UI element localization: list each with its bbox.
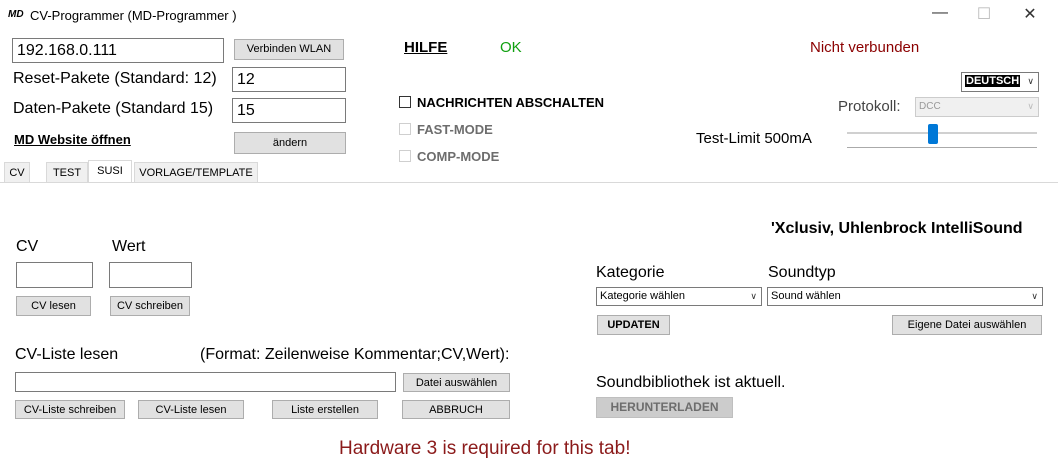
- chevron-down-icon: ∨: [1027, 101, 1034, 111]
- update-button[interactable]: UPDATEN: [597, 315, 670, 335]
- test-limit-track: [847, 132, 1037, 134]
- cv-list-label: CV-Liste lesen: [15, 346, 119, 363]
- maximize-icon[interactable]: ☐: [969, 4, 999, 24]
- app-icon: MD: [8, 9, 24, 20]
- library-status: Soundbibliothek ist aktuell.: [596, 374, 786, 391]
- reset-packets-input[interactable]: 12: [232, 67, 346, 92]
- website-link[interactable]: MD Website öffnen: [14, 132, 131, 147]
- ok-status: OK: [500, 39, 522, 56]
- checkbox-box: [399, 123, 411, 135]
- fast-mode-checkbox[interactable]: FAST-MODE: [399, 122, 493, 137]
- protocol-select[interactable]: DCC ∨: [915, 97, 1039, 117]
- abort-button[interactable]: ABBRUCH: [402, 400, 510, 419]
- read-list-button[interactable]: CV-Liste lesen: [138, 400, 244, 419]
- chevron-down-icon: ∨: [1027, 76, 1034, 86]
- write-cv-button[interactable]: CV schreiben: [110, 296, 190, 316]
- cv-list-format: (Format: Zeilenweise Kommentar;CV,Wert):: [200, 346, 510, 363]
- protocol-value: DCC: [919, 101, 941, 112]
- data-packets-input[interactable]: 15: [232, 98, 346, 123]
- window-title: CV-Programmer (MD-Programmer ): [30, 8, 237, 23]
- test-limit-slider[interactable]: [928, 124, 938, 144]
- write-list-button[interactable]: CV-Liste schreiben: [15, 400, 125, 419]
- reset-packets-label: Reset-Pakete (Standard: 12): [13, 70, 217, 87]
- comp-mode-label: COMP-MODE: [417, 149, 500, 164]
- sound-heading: 'Xclusiv, Uhlenbrock IntelliSound: [771, 220, 1023, 237]
- data-packets-label: Daten-Pakete (Standard 15): [13, 100, 214, 117]
- category-value: Kategorie wählen: [600, 290, 686, 302]
- fast-mode-label: FAST-MODE: [417, 122, 493, 137]
- close-icon[interactable]: ✕: [1015, 4, 1045, 24]
- download-button[interactable]: HERUNTERLADEN: [596, 397, 733, 418]
- connect-wlan-button[interactable]: Verbinden WLAN: [234, 39, 344, 60]
- tab-cv[interactable]: CV: [4, 162, 30, 182]
- cv-value-input[interactable]: [109, 262, 192, 288]
- ip-address-input[interactable]: 192.168.0.111: [12, 38, 224, 63]
- soundtype-value: Sound wählen: [771, 290, 841, 302]
- language-value: DEUTSCH: [965, 75, 1021, 87]
- help-link[interactable]: HILFE: [404, 39, 447, 56]
- messages-off-checkbox[interactable]: NACHRICHTEN ABSCHALTEN: [399, 95, 604, 110]
- change-button[interactable]: ändern: [234, 132, 346, 154]
- messages-off-label: NACHRICHTEN ABSCHALTEN: [417, 95, 605, 110]
- value-label: Wert: [112, 238, 146, 255]
- tab-template[interactable]: VORLAGE/TEMPLATE: [134, 162, 258, 182]
- read-cv-button[interactable]: CV lesen: [16, 296, 91, 316]
- create-list-button[interactable]: Liste erstellen: [272, 400, 378, 419]
- category-label: Kategorie: [596, 264, 665, 281]
- tab-susi[interactable]: SUSI: [88, 160, 132, 182]
- connection-status: Nicht verbunden: [810, 39, 920, 56]
- hardware-notice: Hardware 3 is required for this tab!: [339, 438, 631, 459]
- soundtype-label: Soundtyp: [768, 264, 836, 281]
- choose-file-button[interactable]: Datei auswählen: [403, 373, 510, 392]
- cv-list-path-input[interactable]: [15, 372, 396, 392]
- cv-label: CV: [16, 238, 39, 255]
- soundtype-select[interactable]: Sound wählen ∨: [767, 287, 1043, 306]
- category-select[interactable]: Kategorie wählen ∨: [596, 287, 762, 306]
- comp-mode-checkbox[interactable]: COMP-MODE: [399, 149, 499, 164]
- checkbox-box: [399, 150, 411, 162]
- cv-number-input[interactable]: [16, 262, 93, 288]
- language-select[interactable]: DEUTSCH ∨: [961, 72, 1039, 92]
- own-file-button[interactable]: Eigene Datei auswählen: [892, 315, 1042, 335]
- tab-divider: [0, 182, 1058, 183]
- slider-ticks: [847, 147, 1037, 151]
- protocol-label: Protokoll:: [838, 98, 901, 115]
- tab-test[interactable]: TEST: [46, 162, 88, 182]
- test-limit-label: Test-Limit 500mA: [696, 130, 812, 147]
- chevron-down-icon: ∨: [750, 291, 757, 301]
- checkbox-box: [399, 96, 411, 108]
- chevron-down-icon: ∨: [1031, 291, 1038, 301]
- minimize-icon[interactable]: —: [925, 4, 955, 22]
